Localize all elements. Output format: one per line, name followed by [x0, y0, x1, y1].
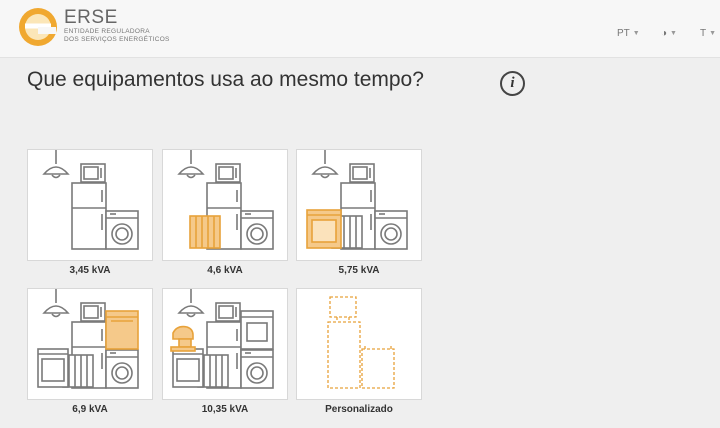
option-label[interactable]: 3,45 kVA — [27, 265, 153, 276]
option-label[interactable]: 6,9 kVA — [27, 404, 153, 415]
option-card-custom[interactable] — [296, 288, 422, 400]
contrast-selector[interactable]: ◑ ▼ — [661, 28, 677, 39]
language-selector[interactable]: PT ▼ — [617, 28, 640, 39]
contrast-icon: ◑ — [661, 28, 668, 39]
option-card-3-45-kva[interactable] — [27, 149, 153, 261]
language-label: PT — [617, 28, 630, 39]
option-label[interactable]: 5,75 kVA — [296, 265, 422, 276]
option-label[interactable]: Personalizado — [296, 404, 422, 415]
option-label[interactable]: 4,6 kVA — [162, 265, 288, 276]
page-title: Que equipamentos usa ao mesmo tempo? — [27, 68, 424, 91]
info-button[interactable]: i — [500, 71, 525, 96]
appliances-illustration — [297, 150, 421, 260]
appliances-illustration — [163, 289, 287, 399]
custom-appliances-illustration — [297, 289, 421, 399]
info-icon: i — [510, 75, 515, 91]
chevron-down-icon: ▼ — [632, 30, 640, 37]
brand-block: ERSE ENTIDADE REGULADORA DOS SERVIÇOS EN… — [64, 8, 170, 43]
option-card-10-35-kva[interactable] — [162, 288, 288, 400]
option-label[interactable]: 10,35 kVA — [162, 404, 288, 415]
option-card-4-6-kva[interactable] — [162, 149, 288, 261]
option-card-5-75-kva[interactable] — [296, 149, 422, 261]
text-size-selector[interactable]: T ▼ — [700, 28, 716, 39]
appliances-illustration — [163, 150, 287, 260]
brand-name: ERSE — [64, 7, 118, 28]
chevron-down-icon: ▼ — [709, 30, 717, 37]
brand-subtitle-line2: DOS SERVIÇOS ENERGÉTICOS — [64, 35, 170, 43]
chevron-down-icon: ▼ — [670, 30, 677, 37]
appliances-illustration — [28, 289, 152, 399]
appliances-illustration — [28, 150, 152, 260]
brand-subtitle-line1: ENTIDADE REGULADORA — [64, 28, 150, 35]
option-card-6-9-kva[interactable] — [27, 288, 153, 400]
top-header: ERSE ENTIDADE REGULADORA DOS SERVIÇOS EN… — [0, 0, 720, 58]
text-size-label: T — [700, 28, 707, 39]
erse-logo[interactable] — [16, 4, 60, 48]
